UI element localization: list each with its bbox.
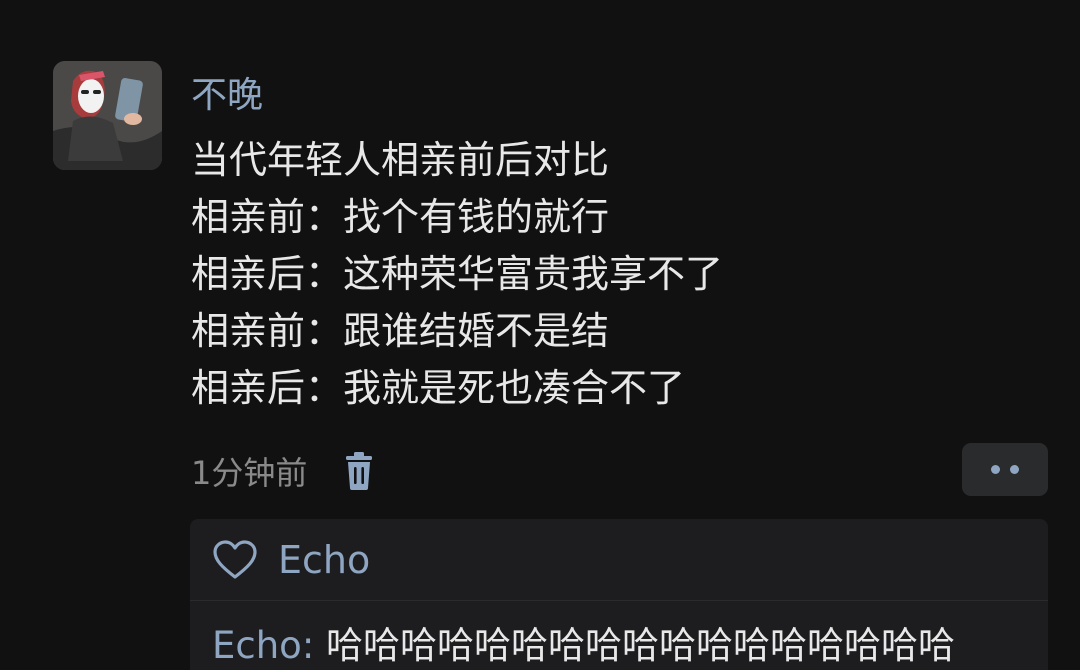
post-content: 当代年轻人相亲前后对比 相亲前：找个有钱的就行 相亲后：这种荣华富贵我享不了 相… [191,132,1051,417]
avatar[interactable] [53,61,162,170]
comment-text: 哈哈哈哈哈哈哈哈哈哈哈哈哈哈哈哈哈 [326,624,956,667]
post-meta: 1分钟前 [191,445,377,497]
comment-item: Echo: 哈哈哈哈哈哈哈哈哈哈哈哈哈哈哈哈哈 [212,615,955,669]
likes-row: Echo [190,519,1048,601]
post-line: 当代年轻人相亲前后对比 [191,138,610,182]
avatar-photo-icon [53,61,162,170]
comment-separator: : [301,624,327,667]
trash-icon[interactable] [341,451,377,491]
author-name[interactable]: 不晚 [191,70,263,122]
post-line: 相亲前：找个有钱的就行 [191,195,610,239]
liker-name[interactable]: Echo [278,538,370,582]
heart-outline-icon[interactable] [212,539,258,581]
post-timestamp: 1分钟前 [191,454,308,492]
interaction-panel: Echo Echo: 哈哈哈哈哈哈哈哈哈哈哈哈哈哈哈哈哈 [190,519,1048,670]
post-line: 相亲后：我就是死也凑合不了 [191,366,686,410]
more-button[interactable] [962,443,1048,496]
more-dots-icon [991,465,1019,474]
post-line: 相亲后：这种荣华富贵我享不了 [191,252,724,296]
post-line: 相亲前：跟谁结婚不是结 [191,309,610,353]
commenter-name[interactable]: Echo [212,624,302,667]
